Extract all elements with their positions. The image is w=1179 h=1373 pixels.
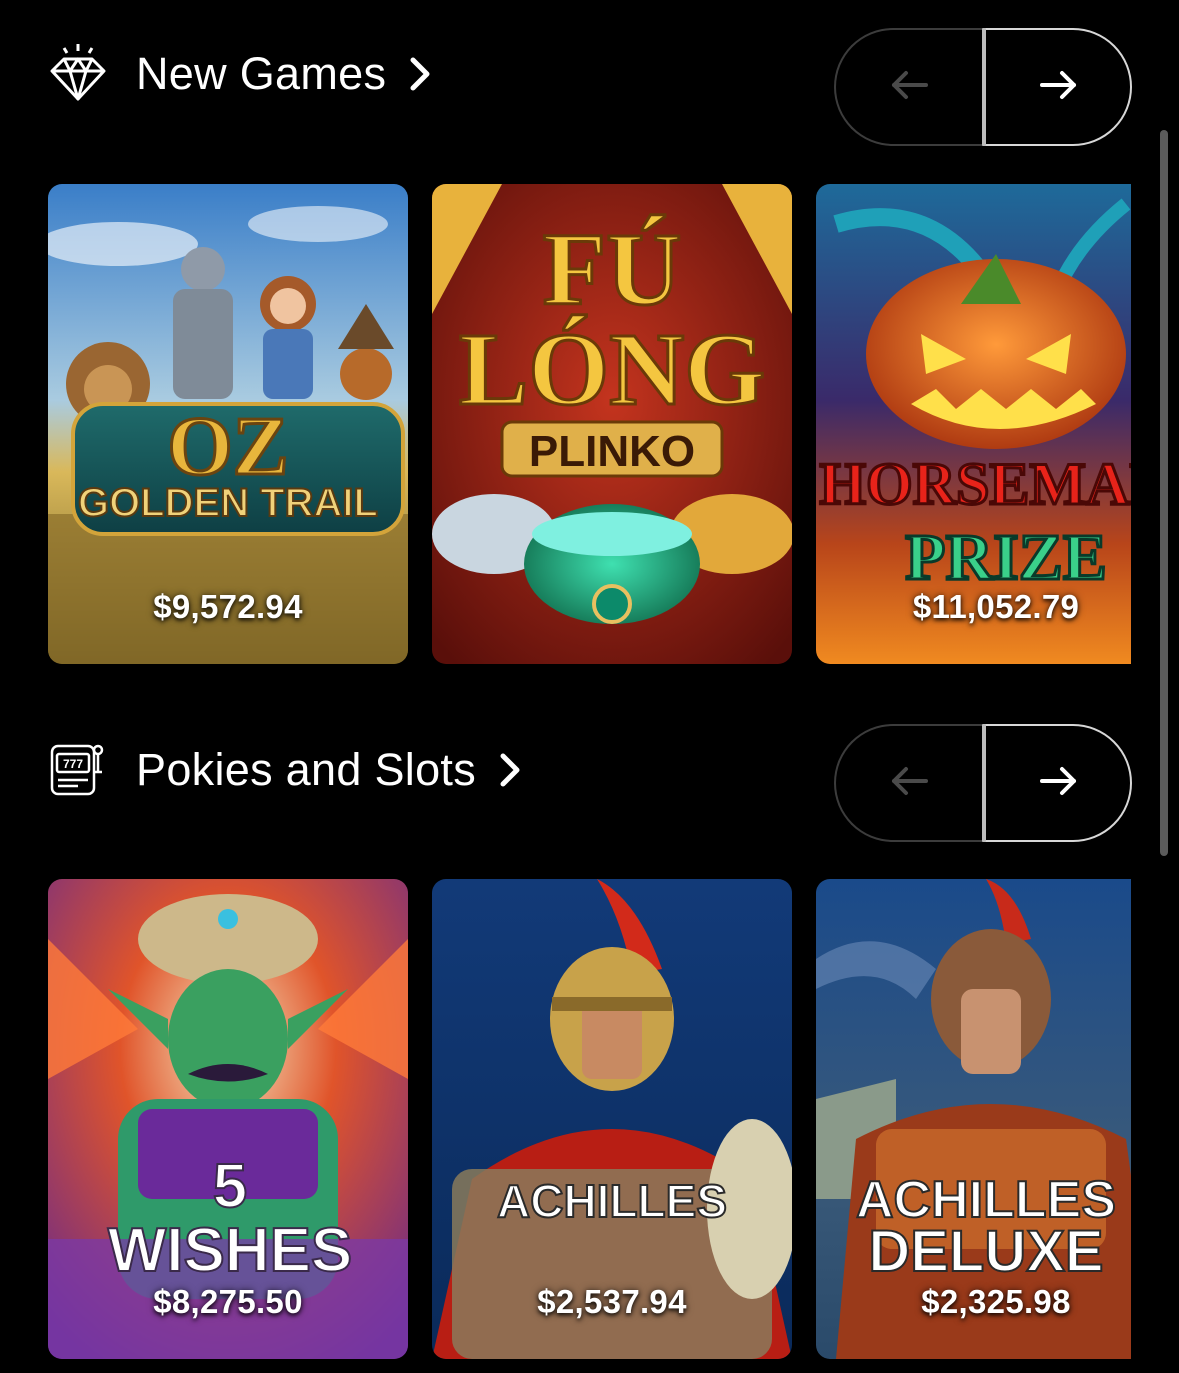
game-title-line1: FÚ: [543, 212, 682, 327]
carousel-pager: [834, 724, 1132, 842]
game-title-line1: 5: [213, 1152, 247, 1221]
section-header-pokies-and-slots: 777 Pokies and Slots: [48, 710, 1132, 842]
jackpot-amount: $2,325.98: [921, 1283, 1071, 1320]
game-card-achilles[interactable]: ACHILLES $2,537.94: [432, 879, 792, 1359]
pokies-and-slots-link[interactable]: Pokies and Slots: [136, 740, 524, 800]
section-header-new-games: New Games: [48, 14, 1132, 146]
games-row-pokies-and-slots: 5 WISHES $8,275.50 ACHILLES $2,537.94 AC…: [48, 879, 1131, 1359]
slot-machine-icon: 777: [48, 738, 108, 798]
jackpot-amount: $11,052.79: [912, 588, 1080, 625]
chevron-right-icon: [408, 54, 434, 94]
pager-divider: [982, 724, 986, 842]
arrow-left-icon: [890, 70, 930, 105]
chevron-right-icon: [498, 750, 524, 790]
carousel-pager: [834, 28, 1132, 146]
game-card-fu-long-plinko[interactable]: FÚ LÓNG PLINKO: [432, 184, 792, 664]
prev-button[interactable]: [834, 28, 984, 146]
game-art: FÚ LÓNG PLINKO: [432, 184, 792, 664]
prev-button[interactable]: [834, 724, 984, 842]
games-row-new-games: OZ GOLDEN TRAIL $9,572.94 FÚ LÓNG PLINKO…: [48, 184, 1131, 664]
game-title-line2: LÓNG: [459, 312, 765, 427]
game-title-line2: DELUXE: [868, 1219, 1103, 1284]
games-lobby: New Games OZ GOLDEN TRAIL $9,572.94 FÚ L…: [0, 0, 1179, 1373]
diamond-icon: [48, 42, 108, 102]
game-title-line2: GOLDEN TRAIL: [78, 481, 378, 525]
game-card-achilles-deluxe[interactable]: ACHILLES DELUXE $2,325.98: [816, 879, 1131, 1359]
arrow-right-icon: [1038, 766, 1078, 801]
new-games-link[interactable]: New Games: [136, 44, 434, 104]
game-card-horseman-prize[interactable]: HORSEMAN PRIZE $11,052.79: [816, 184, 1131, 664]
section-title: Pokies and Slots: [136, 744, 476, 795]
game-title-line1: ACHILLES: [497, 1175, 727, 1227]
game-title-line1: OZ: [167, 400, 288, 493]
scrollbar-thumb[interactable]: [1160, 130, 1168, 856]
jackpot-amount: $9,572.94: [153, 588, 303, 625]
game-card-5-wishes[interactable]: 5 WISHES $8,275.50: [48, 879, 408, 1359]
next-button[interactable]: [984, 724, 1132, 842]
game-title-line3: PLINKO: [529, 427, 695, 476]
game-title-line1: HORSEMAN: [819, 451, 1131, 517]
next-button[interactable]: [984, 28, 1132, 146]
game-card-oz-golden-trail[interactable]: OZ GOLDEN TRAIL $9,572.94: [48, 184, 408, 664]
slot-reels-text: 777: [63, 757, 83, 771]
jackpot-amount: $2,537.94: [537, 1283, 687, 1320]
arrow-left-icon: [890, 766, 930, 801]
pager-divider: [982, 28, 986, 146]
section-title: New Games: [136, 48, 387, 99]
game-title-line2: WISHES: [108, 1216, 353, 1285]
game-title-line2: PRIZE: [905, 521, 1107, 594]
jackpot-amount: $8,275.50: [153, 1283, 303, 1320]
arrow-right-icon: [1038, 70, 1078, 105]
